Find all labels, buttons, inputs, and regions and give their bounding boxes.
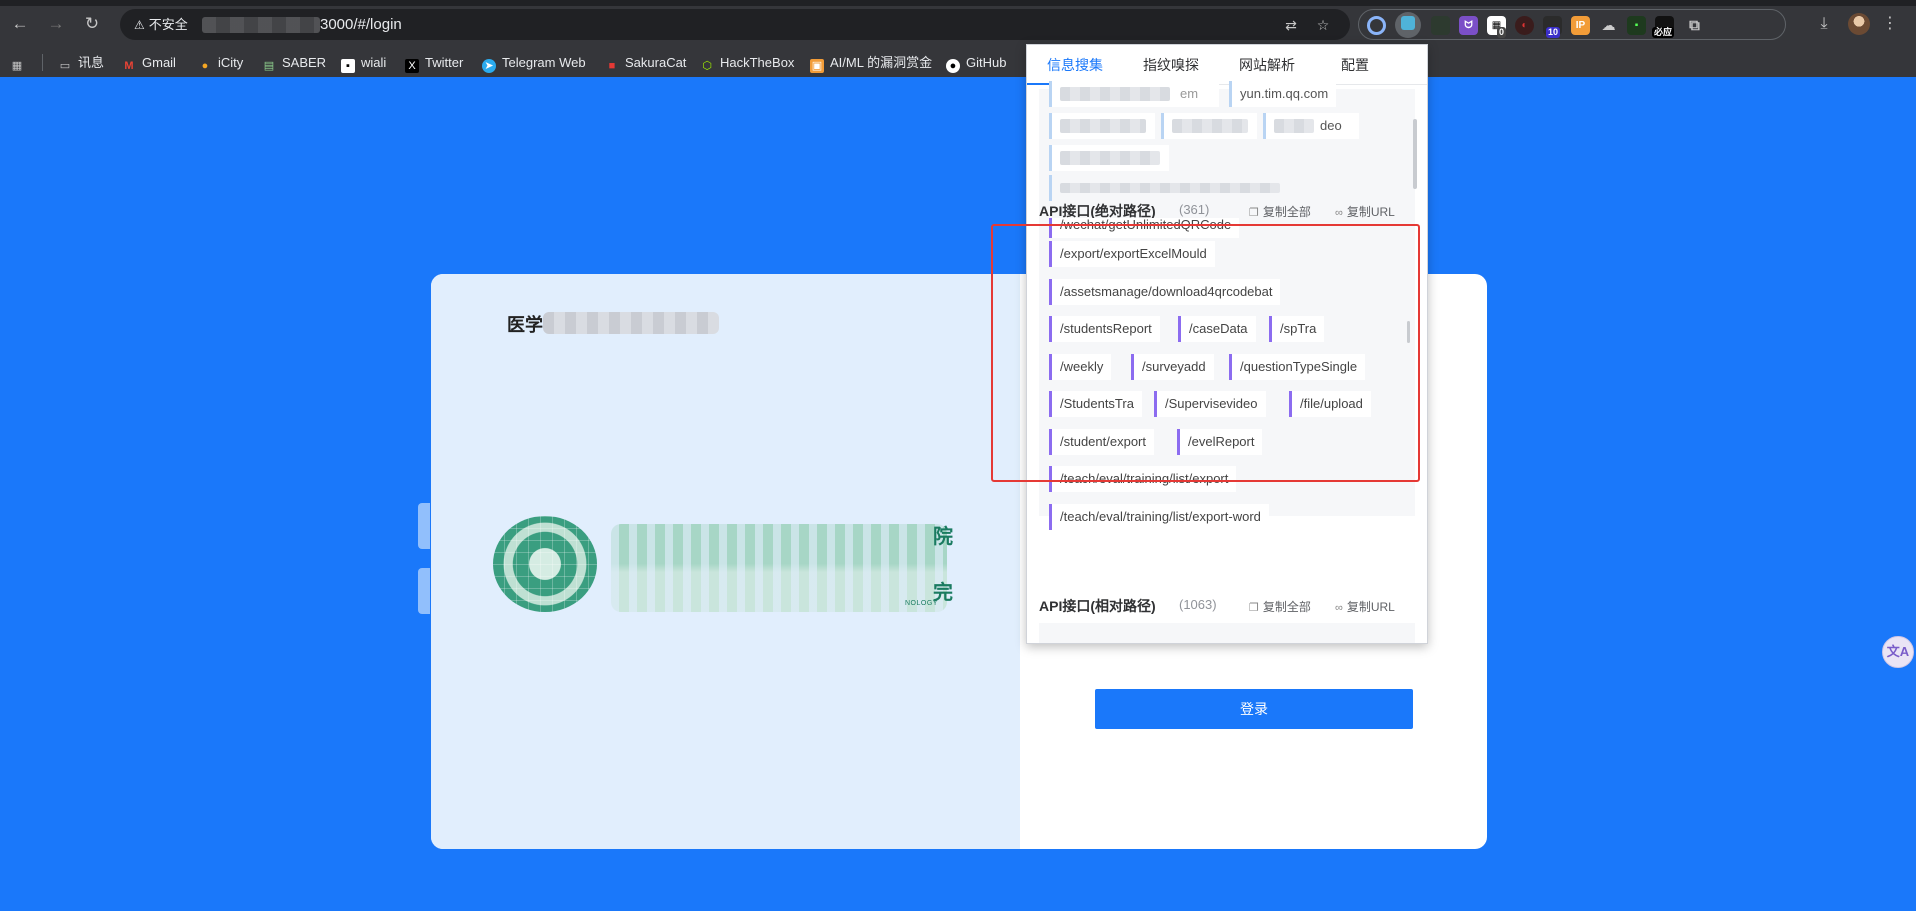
cloud-extension-icon[interactable]: ☁ — [1599, 16, 1618, 35]
copy-icon: ❐ — [1249, 207, 1259, 219]
ring-extension-icon[interactable] — [1367, 16, 1386, 35]
extensions-group: ᗢ ▦ 0 ◐ 10 IP ☁ ▪ 必应 ⧉ — [1358, 9, 1786, 40]
github-icon: ● — [946, 59, 960, 73]
api-absolute-count: (361) — [1179, 202, 1210, 217]
card-edge-tab — [418, 568, 430, 614]
api-relative-title: API接口(相对路径) — [1039, 596, 1156, 616]
domain-item[interactable]: deo — [1263, 113, 1359, 139]
forward-icon[interactable]: → — [44, 12, 68, 36]
logo-character: 院 — [933, 526, 953, 548]
brand-panel: 医学 院 完 NOLOGY — [431, 274, 1020, 849]
counter-extension-badge: 10 — [1546, 27, 1561, 38]
tab-fingerprint[interactable]: 指纹嗅探 — [1123, 45, 1219, 85]
domain-item[interactable] — [1049, 145, 1169, 171]
profile-avatar[interactable] — [1848, 13, 1870, 35]
back-icon[interactable]: ← — [8, 12, 32, 36]
bookmark-wiali[interactable]: ▪ wiali — [341, 53, 386, 73]
sakuracat-icon: ■ — [608, 60, 616, 72]
x-icon: X — [405, 59, 419, 73]
gmail-icon: M — [124, 60, 134, 72]
hackthebox-icon: ⬡ — [702, 60, 712, 72]
api-relative-list — [1039, 623, 1415, 643]
link-icon: ∞ — [1335, 602, 1343, 614]
ip-extension-icon[interactable]: IP — [1571, 16, 1590, 35]
bookmarks-separator — [42, 54, 43, 71]
security-label: 不安全 — [148, 17, 188, 32]
site-title: 医学 — [507, 315, 543, 335]
apps-grid-icon[interactable]: ▦ — [10, 53, 30, 73]
active-extension-icon[interactable] — [1395, 12, 1421, 38]
icity-icon: ● — [201, 60, 209, 72]
bookmark-saber[interactable]: ▤ SABER — [262, 53, 326, 73]
highlight-annotation-box — [991, 224, 1420, 482]
card-edge-tab — [418, 503, 430, 549]
popup-tabs: 信息搜集 指纹嗅探 网站解析 配置 — [1027, 45, 1427, 85]
tab-config[interactable]: 配置 — [1315, 45, 1395, 85]
bookmark-sakuracat[interactable]: ■ SakuraCat — [605, 53, 687, 73]
domain-item[interactable] — [1161, 113, 1257, 139]
login-button[interactable]: 登录 — [1095, 689, 1413, 729]
domain-item[interactable]: em — [1049, 81, 1219, 107]
bookmark-telegram[interactable]: ➤ Telegram Web — [482, 53, 586, 73]
tab-info-gathering[interactable]: 信息搜集 — [1027, 45, 1123, 85]
wiali-icon: ▪ — [341, 59, 355, 73]
blurred-title — [543, 312, 719, 334]
copy-url-relative-button[interactable]: ∞ 复制URL — [1335, 598, 1395, 615]
search-extension-badge: 必应 — [1652, 27, 1675, 38]
tab-site-parse[interactable]: 网站解析 — [1219, 45, 1315, 85]
download-icon[interactable]: ⤓ — [1812, 12, 1836, 36]
bookmark-twitter[interactable]: X Twitter — [405, 53, 463, 73]
copy-icon: ❐ — [1249, 602, 1259, 614]
domain-item[interactable]: yun.tim.qq.com — [1229, 81, 1337, 107]
menu-icon[interactable]: ⋮ — [1878, 12, 1902, 36]
bookmark-huntr[interactable]: ▣ AI/ML 的漏洞赏金 — [810, 53, 932, 73]
reload-icon[interactable]: ↻ — [80, 12, 104, 36]
api-item[interactable]: /teach/eval/training/list/export-word — [1049, 504, 1269, 530]
blurred-hostname — [202, 17, 320, 33]
copy-url-button[interactable]: ∞ 复制URL — [1335, 203, 1395, 220]
bookmarks-bar: ▦ ▭ 讯息 M Gmail ● iCity ▤ SABER ▪ wiali X Twitt… — [0, 48, 1916, 77]
bookmark-讯息[interactable]: ▭ 讯息 — [58, 53, 104, 73]
url-text[interactable]: 3000/#/login — [320, 9, 402, 40]
warning-icon: ⚠ — [134, 18, 145, 32]
popup-scrollbar-thumb[interactable] — [1413, 119, 1417, 189]
folder-icon: ▭ — [59, 60, 71, 72]
domain-item[interactable] — [1049, 175, 1289, 201]
address-bar[interactable]: ⚠ 不安全 3000/#/login ⇄ ☆ — [120, 9, 1350, 40]
bookmark-star-icon[interactable]: ☆ — [1312, 14, 1334, 36]
blurred-logo-text — [611, 524, 947, 612]
qr-extension-badge: 0 — [1497, 27, 1507, 38]
bookmark-github[interactable]: ● GitHub — [946, 53, 1006, 73]
security-chip[interactable]: ⚠ 不安全 — [128, 14, 196, 35]
domain-item[interactable] — [1049, 113, 1155, 139]
api-relative-count: (1063) — [1179, 597, 1217, 612]
tab-strip — [0, 0, 1916, 6]
red-circle-extension-icon[interactable]: ◐ — [1515, 16, 1534, 35]
browser-toolbar: ← → ↻ ⚠ 不安全 3000/#/login ⇄ ☆ ᗢ ▦ 0 ◐ 10 I… — [0, 0, 1916, 48]
saber-icon: ▤ — [263, 60, 275, 72]
bookmark-gmail[interactable]: M Gmail — [122, 53, 176, 73]
bookmark-icity[interactable]: ● iCity — [198, 53, 244, 73]
copy-all-relative-button[interactable]: ❐ 复制全部 — [1249, 598, 1311, 615]
logo-english-text: NOLOGY — [905, 600, 938, 607]
translate-icon[interactable]: ⇄ — [1280, 14, 1302, 36]
school-logo-mark — [493, 516, 597, 612]
cat-extension-icon[interactable]: ᗢ — [1459, 16, 1478, 35]
pixel-extension-icon[interactable] — [1431, 16, 1450, 35]
bookmark-hackthebox[interactable]: ⬡ HackTheBox — [700, 53, 794, 73]
telegram-icon: ➤ — [482, 59, 496, 73]
huntr-icon: ▣ — [810, 59, 824, 73]
translate-float-button[interactable]: 文A — [1882, 636, 1914, 668]
link-icon: ∞ — [1335, 207, 1343, 219]
copy-all-button[interactable]: ❐ 复制全部 — [1249, 203, 1311, 220]
puzzle-icon[interactable]: ⧉ — [1685, 16, 1704, 35]
terminal-extension-icon[interactable]: ▪ — [1627, 16, 1646, 35]
